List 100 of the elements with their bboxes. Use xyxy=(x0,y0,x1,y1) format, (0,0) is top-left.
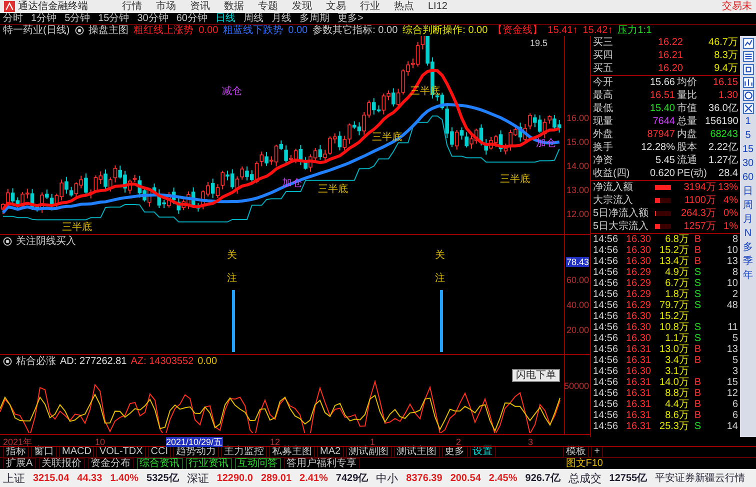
period-tab[interactable]: 更多> xyxy=(338,13,364,24)
side-period-button[interactable]: 15 xyxy=(742,144,754,156)
period-tab[interactable]: 分时 xyxy=(3,13,23,24)
add-button[interactable]: + xyxy=(591,446,603,458)
app-title: 通达信金融终端 xyxy=(18,0,88,12)
side-period-button[interactable]: 5 xyxy=(745,130,751,142)
tick-price: 16.31 xyxy=(624,388,651,399)
period-tab[interactable]: 日线 xyxy=(216,13,236,24)
signal-label: 三半底 xyxy=(318,184,348,195)
stat-value: 36.0亿 xyxy=(708,102,738,115)
menu-item[interactable]: 行情 xyxy=(122,0,142,13)
period-tab[interactable]: 月线 xyxy=(272,13,292,24)
period-tab[interactable]: 多周期 xyxy=(300,13,330,24)
flow-amount: 3194万 xyxy=(682,181,716,194)
indicator-value: 参数其它指标: 0.00 xyxy=(312,25,398,36)
side-period-button[interactable]: 周 xyxy=(743,200,753,212)
indicator-tab[interactable]: MA2 xyxy=(317,446,344,458)
stat-label: 股本 xyxy=(676,141,698,154)
trade-button[interactable]: 交易未 xyxy=(722,0,752,13)
tick-time: 14:56 xyxy=(593,355,620,366)
date-label: 10 xyxy=(95,437,106,447)
menu-item[interactable]: 热点 xyxy=(394,0,414,13)
tick-price: 16.30 xyxy=(624,366,651,377)
side-period-button[interactable]: 年 xyxy=(743,270,753,282)
tick-time: 14:56 xyxy=(593,278,620,289)
order-popup-button[interactable]: 闪电下单 xyxy=(512,369,560,382)
side-period-button[interactable]: 季 xyxy=(743,256,753,268)
period-tab[interactable]: 15分钟 xyxy=(98,13,130,24)
signal-label: 三半底 xyxy=(62,222,92,233)
index-turnover: 7429亿 xyxy=(336,472,368,485)
toolbar-icon[interactable] xyxy=(742,51,754,62)
indicator-title: 粘合必涨 xyxy=(16,356,56,367)
toolbar-icon[interactable] xyxy=(742,90,754,101)
tick-time: 14:56 xyxy=(593,333,620,344)
tick-side: B xyxy=(693,410,701,421)
axis-label: 40.00 xyxy=(566,300,589,310)
f10-button[interactable]: 图文F10 xyxy=(566,458,603,468)
side-period-button[interactable]: N xyxy=(744,228,752,240)
tick-count: 5 xyxy=(731,333,738,344)
tick-time: 14:56 xyxy=(593,256,620,267)
side-period-button[interactable]: 日 xyxy=(743,186,753,198)
menu-item[interactable]: 发现 xyxy=(292,0,312,13)
stat-label: 流通 xyxy=(676,154,698,167)
tick-time: 14:56 xyxy=(593,289,620,300)
period-tab[interactable]: 60分钟 xyxy=(176,13,208,24)
toolbar-icon[interactable] xyxy=(742,64,754,75)
stat-value: 5.45 xyxy=(654,154,675,167)
axis-label: 20.00 xyxy=(566,325,589,335)
menu-item[interactable]: 专题 xyxy=(258,0,278,13)
tick-time: 14:56 xyxy=(593,410,620,421)
side-period-button[interactable]: 1 xyxy=(745,116,751,128)
tick-side: S xyxy=(693,333,701,344)
signal-label: 减仓 xyxy=(222,86,242,97)
tick-volume: 79.7万 xyxy=(658,300,689,311)
indicator-tab[interactable]: VOL-TDX xyxy=(96,446,146,458)
tick-volume: 3.4万 xyxy=(664,355,689,366)
indicator-value: 【资金线】 xyxy=(492,25,543,36)
tick-volume: 6.8万 xyxy=(664,234,689,245)
indicator-value: 压力1:1 xyxy=(618,25,652,36)
date-label: 3 xyxy=(528,437,534,447)
tick-volume: 1.1万 xyxy=(664,333,689,344)
indicator-value: 0.00 xyxy=(198,356,218,367)
side-period-button[interactable]: 多 xyxy=(743,242,753,254)
tick-volume: 3.1万 xyxy=(664,366,689,377)
period-tab[interactable]: 1分钟 xyxy=(31,13,57,24)
tick-count: 8 xyxy=(731,234,738,245)
side-period-button[interactable]: 60 xyxy=(742,172,754,184)
side-period-button[interactable]: 月 xyxy=(743,214,753,226)
toolbar-icon[interactable] xyxy=(742,103,754,114)
tick-time: 14:56 xyxy=(593,267,620,278)
indicator-value: 粗蓝线下跌势 xyxy=(223,25,284,36)
toolbar-icon[interactable] xyxy=(742,77,754,88)
side-period-button[interactable]: 30 xyxy=(742,158,754,170)
tick-price: 16.31 xyxy=(624,410,651,421)
period-tab[interactable]: 周线 xyxy=(244,13,264,24)
indicator-tab[interactable]: MACD xyxy=(59,446,94,458)
toolbar-icon[interactable] xyxy=(742,38,754,49)
stat-label: 均价 xyxy=(676,76,698,89)
menu-item[interactable]: 文易 xyxy=(326,0,346,13)
stat-value: 12.28% xyxy=(640,141,675,154)
tick-count: 13 xyxy=(726,344,738,355)
menu-item[interactable]: 数据 xyxy=(224,0,244,13)
flow-amount: 264.3万 xyxy=(680,207,716,220)
tick-count: 3 xyxy=(731,366,738,377)
tick-volume: 4.9万 xyxy=(664,267,689,278)
indicator-tab[interactable]: CCI xyxy=(148,446,172,458)
index-change: 200.54 xyxy=(450,472,481,484)
menu-item[interactable]: 资讯 xyxy=(190,0,210,13)
order-price: 16.21 xyxy=(656,49,683,62)
period-tab[interactable]: 5分钟 xyxy=(64,13,90,24)
index-value: 8376.39 xyxy=(406,472,442,484)
total-turnover: 12755亿 xyxy=(609,472,648,485)
period-tab[interactable]: 30分钟 xyxy=(137,13,168,24)
price-axis-label: 15.00 xyxy=(566,137,589,147)
tick-price: 16.30 xyxy=(624,234,651,245)
indicator-tab[interactable]: 窗口 xyxy=(31,446,57,458)
menu-item[interactable]: 行业 xyxy=(360,0,380,13)
peak-price-label: 19.5 xyxy=(530,38,548,48)
menu-item[interactable]: 市场 xyxy=(156,0,176,13)
menu-item[interactable]: LI12 xyxy=(428,0,448,13)
